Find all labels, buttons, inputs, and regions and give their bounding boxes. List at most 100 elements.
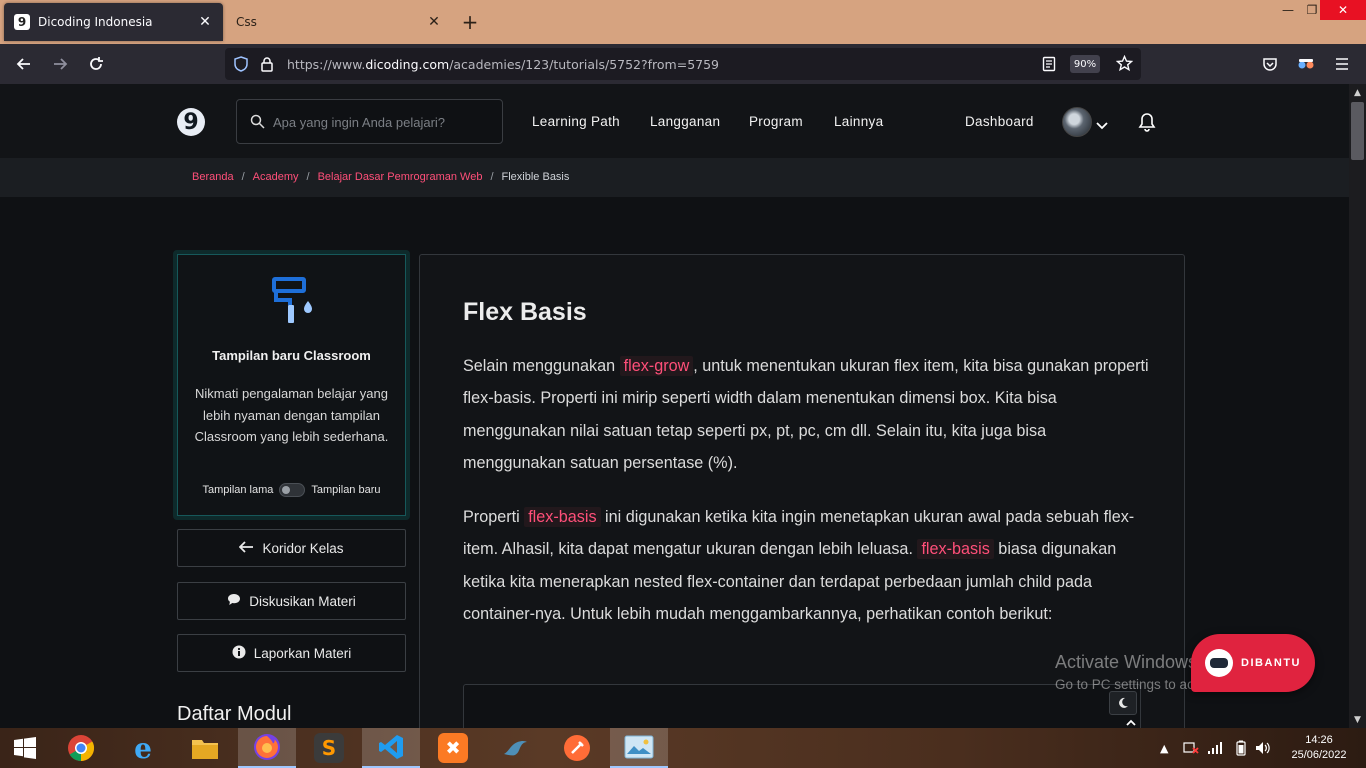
- windows-start-icon[interactable]: [0, 728, 50, 768]
- internet-explorer-icon[interactable]: e: [114, 728, 172, 768]
- chrome-icon[interactable]: [52, 728, 110, 768]
- tab-dicoding[interactable]: 9 Dicoding Indonesia ✕: [4, 3, 223, 41]
- laporkan-materi-button[interactable]: Laporkan Materi: [177, 634, 406, 672]
- bookmark-star-icon[interactable]: [1115, 54, 1134, 76]
- user-avatar[interactable]: [1062, 107, 1092, 137]
- moon-icon[interactable]: [1109, 691, 1137, 715]
- dicoding-favicon-icon: 9: [14, 14, 30, 30]
- pocket-icon[interactable]: [1256, 50, 1284, 78]
- article-paragraph-1: Selain menggunakan flex-grow, untuk mene…: [463, 350, 1153, 480]
- activate-windows-title: Activate Windows: [1055, 652, 1198, 672]
- promo-description: Nikmati pengalaman belajar yang lebih ny…: [194, 386, 389, 444]
- inline-code: flex-grow: [619, 356, 694, 376]
- url-prefix: https://www.: [287, 57, 366, 72]
- volume-icon[interactable]: [1255, 728, 1271, 768]
- signal-bars-icon[interactable]: [1207, 728, 1223, 768]
- breadcrumb-academy[interactable]: Academy: [253, 171, 299, 183]
- text-segment: Properti: [463, 508, 525, 526]
- koridor-kelas-label: Koridor Kelas: [262, 540, 344, 556]
- url-domain: dicoding.com: [365, 57, 450, 72]
- diskusikan-materi-label: Diskusikan Materi: [249, 593, 356, 609]
- search-icon: [250, 114, 265, 133]
- tab-title: Css: [236, 15, 257, 29]
- forward-arrow-icon[interactable]: [46, 50, 74, 78]
- view-toggle-row: Tampilan lama Tampilan baru: [178, 483, 405, 497]
- dicoding-logo[interactable]: 9: [177, 108, 205, 136]
- view-toggle-switch[interactable]: [279, 483, 306, 497]
- new-tab-plus-icon[interactable]: +: [458, 10, 482, 34]
- classroom-promo-card: Tampilan baru Classroom Nikmati pengalam…: [173, 250, 410, 520]
- search-box[interactable]: [236, 99, 503, 144]
- promo-title: Tampilan baru Classroom: [212, 348, 371, 363]
- reader-view-icon[interactable]: [1042, 56, 1056, 76]
- chat-bubble-icon: [227, 593, 241, 609]
- firefox-icon[interactable]: [238, 728, 296, 768]
- dibantu-help-button[interactable]: DIBANTU: [1191, 634, 1315, 692]
- breadcrumb-separator: /: [306, 171, 310, 183]
- file-explorer-icon[interactable]: [176, 728, 234, 768]
- site-header: 9 Learning Path Langganan Program Lainny…: [0, 84, 1349, 158]
- info-circle-icon: [232, 645, 246, 662]
- breadcrumb: Beranda / Academy / Belajar Dasar Pemrog…: [192, 171, 569, 183]
- toggle-label-new: Tampilan baru: [311, 484, 381, 496]
- tab-title: Dicoding Indonesia: [38, 15, 153, 29]
- nav-learning-path[interactable]: Learning Path: [532, 114, 620, 129]
- inline-code: flex-basis: [524, 507, 601, 527]
- page-scrollbar[interactable]: ▲ ▼: [1349, 84, 1366, 728]
- article-title: Flex Basis: [463, 298, 587, 326]
- url-path: /academies/123/tutorials/5752?from=5759: [449, 57, 720, 72]
- breadcrumb-separator: /: [490, 171, 494, 183]
- battery-icon[interactable]: [1236, 728, 1246, 768]
- url-text[interactable]: https://www.dicoding.com/academies/123/t…: [287, 57, 719, 72]
- breadcrumb-beranda[interactable]: Beranda: [192, 171, 234, 183]
- breadcrumb-separator: /: [241, 171, 245, 183]
- mysql-workbench-icon[interactable]: [486, 728, 544, 768]
- search-input[interactable]: [273, 112, 493, 132]
- help-bot-icon: [1205, 649, 1233, 677]
- breadcrumb-course[interactable]: Belajar Dasar Pemrograman Web: [318, 171, 483, 183]
- close-icon[interactable]: ✕: [426, 14, 442, 30]
- breadcrumb-bar: Beranda / Academy / Belajar Dasar Pemrog…: [0, 158, 1349, 197]
- back-arrow-icon[interactable]: [10, 50, 38, 78]
- code-block: [463, 684, 1141, 733]
- koridor-kelas-button[interactable]: Koridor Kelas: [177, 529, 406, 567]
- zoom-level-badge[interactable]: 90%: [1070, 55, 1100, 73]
- nav-dashboard[interactable]: Dashboard: [965, 114, 1034, 129]
- diskusikan-materi-button[interactable]: Diskusikan Materi: [177, 582, 406, 620]
- breadcrumb-current: Flexible Basis: [501, 171, 570, 183]
- url-bar[interactable]: https://www.dicoding.com/academies/123/t…: [225, 48, 1141, 80]
- scroll-thumb[interactable]: [1351, 102, 1364, 160]
- sublime-text-icon[interactable]: S: [300, 728, 358, 768]
- inline-code: flex-basis: [917, 539, 994, 560]
- photos-icon[interactable]: [610, 728, 668, 768]
- clock-time: 14:26: [1305, 734, 1333, 746]
- browser-tab-bar: 9 Dicoding Indonesia ✕ Css ✕ + — ❐ ✕: [0, 0, 1366, 44]
- nav-langganan[interactable]: Langganan: [650, 114, 720, 129]
- xampp-icon[interactable]: ✖: [424, 728, 482, 768]
- nav-program[interactable]: Program: [749, 114, 803, 129]
- reload-icon[interactable]: [82, 50, 110, 78]
- bell-icon[interactable]: [1138, 112, 1156, 136]
- close-icon[interactable]: ✕: [197, 14, 213, 30]
- scroll-up-arrow-icon[interactable]: ▲: [1349, 84, 1366, 101]
- vscode-icon[interactable]: [362, 728, 420, 768]
- network-disconnected-icon[interactable]: [1183, 728, 1199, 768]
- paint-roller-icon: [270, 277, 318, 329]
- scroll-down-arrow-icon[interactable]: ▼: [1349, 711, 1366, 728]
- show-hidden-icons-icon[interactable]: ▲: [1160, 728, 1168, 768]
- hamburger-menu-icon[interactable]: [1328, 50, 1356, 78]
- text-segment: Selain menggunakan: [463, 357, 620, 375]
- arrow-left-icon: [239, 540, 254, 556]
- module-list-heading: Daftar Modul: [177, 703, 292, 725]
- tab-css[interactable]: Css ✕: [226, 3, 452, 41]
- window-close-icon[interactable]: ✕: [1320, 0, 1366, 20]
- chevron-down-icon[interactable]: [1096, 116, 1108, 135]
- system-clock[interactable]: 14:26 25/06/2022: [1284, 733, 1354, 763]
- toggle-label-old: Tampilan lama: [202, 484, 274, 496]
- shield-icon[interactable]: [233, 56, 249, 76]
- extension-icon[interactable]: [1292, 50, 1320, 78]
- nav-lainnya[interactable]: Lainnya: [834, 114, 883, 129]
- lock-icon[interactable]: [260, 56, 274, 76]
- postman-icon[interactable]: [548, 728, 606, 768]
- clock-date: 25/06/2022: [1291, 749, 1347, 761]
